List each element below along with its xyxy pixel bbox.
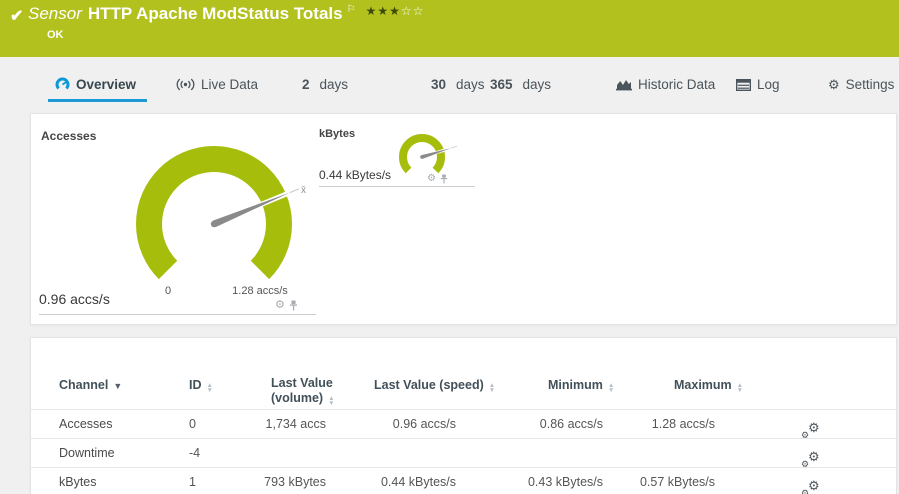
channel-name: Accesses [59,410,113,438]
sensor-tabbar: Overview Live Data 2 days 30 days 365 da… [0,57,899,113]
tab-label: days [456,77,485,92]
sort-desc-icon[interactable]: ▼ [113,381,122,391]
priority-stars[interactable]: ★★★☆☆ [366,4,425,18]
maximum-value: 1.28 accs/s [595,410,715,438]
sensor-title-row: Sensor HTTP Apache ModStatus Totals ⚐ ★★★☆☆ [28,4,424,24]
last-value-speed: 0.44 kBytes/s [336,468,456,494]
column-header-channel[interactable]: Channel▼ [59,378,122,392]
gauges-panel: Accesses x̄ 0 1.28 accs/s 0.96 accs/s ⚙ … [30,113,897,325]
tab-label: Log [757,77,780,92]
kbytes-gauge-actions: ⚙ [427,174,448,184]
gauge-divider [319,186,475,187]
sort-icon[interactable]: ▲▼ [737,383,743,393]
gauge-icon [55,77,70,92]
last-value-volume: 793 kBytes [206,468,326,494]
column-header-minimum[interactable]: Minimum▲▼ [548,378,614,393]
sort-icon[interactable]: ▲▼ [328,396,334,406]
double-gear-icon: ⚙⚙ [801,414,823,434]
log-list-icon [736,79,751,91]
active-tab-underline [48,99,147,102]
pin-icon[interactable] [440,174,448,184]
last-value-volume: 1,734 accs [206,410,326,438]
table-row-kbytes[interactable]: kBytes 1 793 kBytes 0.44 kBytes/s 0.43 k… [31,467,896,494]
tab-label: Live Data [201,77,258,92]
settings-gear-icon: ⚙ [828,78,840,91]
channel-settings-button[interactable]: ⚙⚙ [801,468,827,494]
sensor-header: ✔ Sensor HTTP Apache ModStatus Totals ⚐ ★★★… [0,0,899,57]
status-check-icon: ✔ [10,6,23,26]
gauge-divider [39,314,316,315]
tab-label: days [523,77,552,92]
minimum-value: 0.86 accs/s [483,410,603,438]
channel-rows: Accesses 0 1,734 accs 0.96 accs/s 0.86 a… [31,409,896,494]
sensor-title: HTTP Apache ModStatus Totals [88,4,343,23]
channels-table-panel: Channel▼ ID▲▼ Last Value (volume)▲▼ Last… [30,337,897,494]
tab-log[interactable]: Log [736,77,780,92]
kbytes-current-value: 0.44 kBytes/s [319,168,391,182]
tab-number: 30 [431,77,446,92]
tab-2-days[interactable]: 2 days [302,77,348,92]
sort-icon[interactable]: ▲▼ [207,383,213,393]
tab-label: Settings [846,77,895,92]
channel-gear-icon[interactable]: ⚙ [427,174,436,184]
channel-name: Downtime [59,439,115,467]
average-marker: x̄ [301,185,306,196]
tab-number: 365 [490,77,513,92]
double-gear-icon: ⚙⚙ [801,472,823,492]
tab-365-days[interactable]: 365 days [490,77,551,92]
sort-icon[interactable]: ▲▼ [608,383,614,393]
area-chart-icon [616,78,632,91]
tab-30-days[interactable]: 30 days [431,77,485,92]
prtg-sensor-page: ✔ Sensor HTTP Apache ModStatus Totals ⚐ ★★★… [0,0,899,494]
priority-stars-empty: ☆☆ [401,4,425,18]
broadcast-icon [176,78,195,91]
pin-icon[interactable] [289,300,298,311]
column-header-id[interactable]: ID▲▼ [189,378,213,393]
tab-overview[interactable]: Overview [55,77,136,92]
channel-id: 0 [189,410,196,438]
tab-live-data[interactable]: Live Data [176,77,258,92]
gauge-scale-max: 1.28 accs/s [215,285,305,297]
channel-name: kBytes [59,468,97,494]
gauge-needle [421,148,450,159]
column-header-maximum[interactable]: Maximum▲▼ [674,378,743,393]
channel-gear-icon[interactable]: ⚙ [275,300,285,311]
tab-label: Overview [76,77,136,92]
minimum-value: 0.43 kBytes/s [483,468,603,494]
double-gear-icon: ⚙⚙ [801,443,823,463]
gauge-needle [213,193,290,228]
column-header-last-value-speed[interactable]: Last Value (speed)▲▼ [374,378,495,393]
maximum-value: 0.57 kBytes/s [595,468,715,494]
channel-settings-button[interactable]: ⚙⚙ [801,439,827,467]
accesses-gauge-actions: ⚙ [275,300,298,311]
last-value-speed: 0.96 accs/s [336,410,456,438]
flag-icon[interactable]: ⚐ [347,4,356,15]
tab-label: Historic Data [638,77,715,92]
tab-number: 2 [302,77,310,92]
tab-historic-data[interactable]: Historic Data [616,77,715,92]
table-row-downtime[interactable]: Downtime -4 ⚙⚙ [31,438,896,467]
gauge-scale-min: 0 [138,285,198,297]
channel-id: -4 [189,439,200,467]
kbytes-gauge [387,124,459,194]
channel-settings-button[interactable]: ⚙⚙ [801,410,827,438]
table-row-accesses[interactable]: Accesses 0 1,734 accs 0.96 accs/s 0.86 a… [31,409,896,438]
gauge-title-accesses: Accesses [41,129,96,143]
column-header-last-value-volume[interactable]: Last Value (volume)▲▼ [271,376,335,406]
accesses-current-value: 0.96 accs/s [39,291,110,307]
sensor-kind-label: Sensor [28,4,82,23]
tab-label: days [320,77,349,92]
sort-icon[interactable]: ▲▼ [489,383,495,393]
priority-stars-filled: ★★★ [366,4,401,18]
gauge-title-kbytes: kBytes [319,128,355,140]
tab-settings[interactable]: ⚙ Settings [828,77,894,92]
sensor-status-text: OK [47,29,64,41]
channel-id: 1 [189,468,196,494]
